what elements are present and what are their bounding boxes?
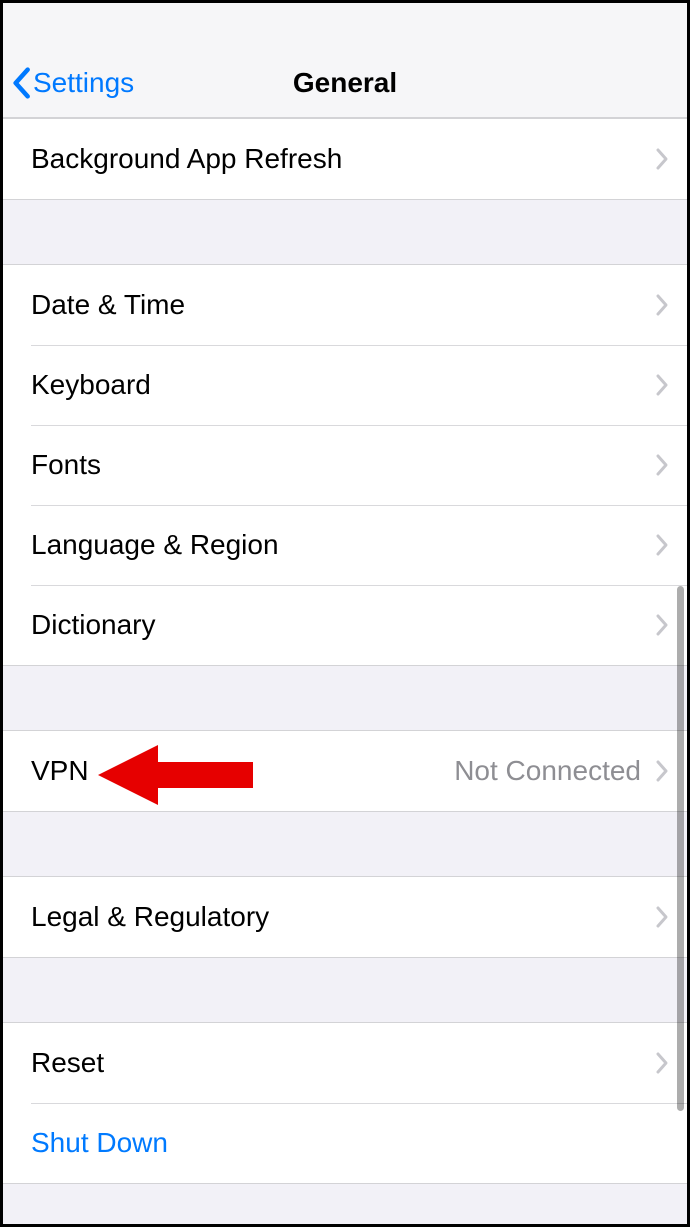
group-gap: [3, 200, 687, 264]
chevron-left-icon: [11, 67, 31, 99]
chevron-right-icon: [655, 1051, 669, 1075]
chevron-right-icon: [655, 759, 669, 783]
row-date-time[interactable]: Date & Time: [3, 265, 687, 345]
row-label: Background App Refresh: [31, 143, 655, 175]
navbar: Settings General: [3, 3, 687, 118]
row-reset[interactable]: Reset: [3, 1023, 687, 1103]
chevron-right-icon: [655, 533, 669, 557]
row-legal-regulatory[interactable]: Legal & Regulatory: [3, 877, 687, 957]
row-keyboard[interactable]: Keyboard: [3, 345, 687, 425]
settings-group: Background App Refresh: [3, 118, 687, 200]
row-label: Date & Time: [31, 289, 655, 321]
group-gap: [3, 1184, 687, 1224]
settings-group: Legal & Regulatory: [3, 876, 687, 958]
settings-group: Date & Time Keyboard Fonts Language & Regio…: [3, 264, 687, 666]
chevron-right-icon: [655, 373, 669, 397]
chevron-right-icon: [655, 293, 669, 317]
row-label: Legal & Regulatory: [31, 901, 655, 933]
row-dictionary[interactable]: Dictionary: [3, 585, 687, 665]
device-frame: Settings General Background App Refresh D…: [0, 0, 690, 1227]
group-gap: [3, 958, 687, 1022]
row-fonts[interactable]: Fonts: [3, 425, 687, 505]
settings-group: VPNNot Connected: [3, 730, 687, 812]
scrollbar[interactable]: [677, 586, 684, 1111]
row-label: VPN: [31, 755, 454, 787]
chevron-right-icon: [655, 613, 669, 637]
back-label: Settings: [33, 67, 134, 99]
row-background-app-refresh[interactable]: Background App Refresh: [3, 119, 687, 199]
group-gap: [3, 812, 687, 876]
chevron-right-icon: [655, 147, 669, 171]
row-detail: Not Connected: [454, 755, 641, 787]
row-label: Shut Down: [31, 1127, 669, 1159]
chevron-right-icon: [655, 453, 669, 477]
settings-list: Background App Refresh Date & Time Keyboar…: [3, 118, 687, 1224]
row-shut-down[interactable]: Shut Down: [3, 1103, 687, 1183]
row-vpn[interactable]: VPNNot Connected: [3, 731, 687, 811]
chevron-right-icon: [655, 905, 669, 929]
settings-group: Reset Shut Down: [3, 1022, 687, 1184]
row-label: Reset: [31, 1047, 655, 1079]
page-title: General: [293, 67, 397, 99]
group-gap: [3, 666, 687, 730]
row-language-region[interactable]: Language & Region: [3, 505, 687, 585]
back-button[interactable]: Settings: [11, 67, 134, 99]
row-label: Fonts: [31, 449, 655, 481]
row-label: Language & Region: [31, 529, 655, 561]
row-label: Keyboard: [31, 369, 655, 401]
row-label: Dictionary: [31, 609, 655, 641]
